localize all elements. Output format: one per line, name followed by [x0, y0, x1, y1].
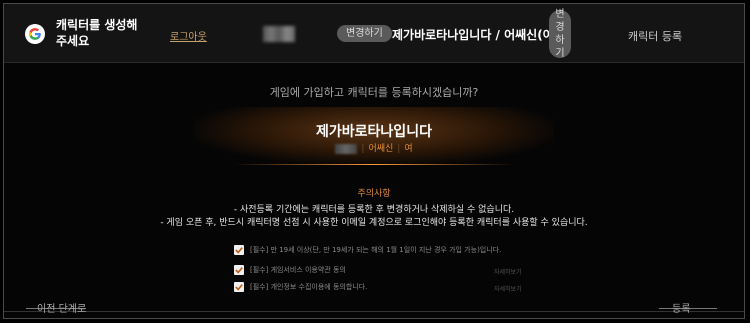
register-character-tab[interactable]: 캐릭터 등록 — [628, 28, 682, 44]
agreement-row: [필수] 만 19세 이상(단, 만 19세가 되는 해의 1월 1일이 지난 … — [234, 245, 501, 255]
agreement-row: [필수] 게임서비스 이용약관 동의 — [234, 265, 346, 275]
agreement-row: [필수] 개인정보 수집이용에 동의합니다. — [234, 282, 367, 292]
check-icon — [235, 267, 243, 274]
change-vertical-char: 변 — [555, 9, 565, 20]
divider: | — [361, 144, 365, 154]
check-icon — [235, 247, 243, 254]
change-button[interactable]: 변경하기 — [337, 25, 392, 42]
character-details: | 어쌔신 | 여 — [4, 141, 744, 154]
agreement-text: [필수] 만 19세 이상(단, 만 19세가 되는 해의 1월 1일이 지난 … — [250, 246, 502, 254]
terms-detail-link[interactable]: 자세히보기 — [494, 267, 522, 276]
page-frame: 캐릭터를 생성해주세요 로그아웃 변경하기 제가바로타나입니다 / 어쌔신(여)… — [3, 3, 745, 319]
agreement-text: [필수] 게임서비스 이용약관 동의 — [250, 266, 346, 274]
change-vertical-char: 경 — [555, 22, 565, 33]
check-icon — [235, 284, 243, 291]
prev-step-button[interactable]: 이전 단계로 — [37, 300, 86, 315]
change-vertical-button[interactable]: 변 경 하 기 — [549, 9, 571, 59]
character-summary: 제가바로타나입니다 / 어쌔신(여) — [392, 28, 560, 42]
change-vertical-char: 하 — [555, 35, 565, 46]
agreement-checkbox[interactable] — [234, 265, 244, 275]
register-button[interactable]: 등록 — [672, 300, 690, 315]
change-vertical-char: 기 — [555, 48, 565, 59]
character-gender: 여 — [404, 144, 413, 154]
logout-link[interactable]: 로그아웃 — [170, 28, 207, 43]
top-bar: 캐릭터를 생성해주세요 로그아웃 변경하기 제가바로타나입니다 / 어쌔신(여)… — [4, 4, 744, 63]
register-question: 게임에 가입하고 캐릭터를 등록하시겠습니까? — [269, 86, 479, 99]
bottom-divider — [4, 311, 744, 312]
panel-underline — [234, 164, 514, 165]
agreement-checkbox[interactable] — [234, 245, 244, 255]
blurred-server — [335, 143, 358, 154]
google-icon — [25, 24, 45, 44]
blurred-account-id — [263, 26, 295, 42]
notice-line: - 사전등록 기간에는 캐릭터를 등록한 후 변경하거나 삭제하실 수 없습니다… — [233, 205, 515, 215]
agreement-text: [필수] 개인정보 수집이용에 동의합니다. — [250, 283, 368, 291]
character-name: 제가바로타나입니다 — [316, 124, 432, 140]
notice-title: 주의사항 — [357, 189, 391, 199]
divider: | — [397, 144, 401, 154]
character-class: 어쌔신 — [368, 144, 394, 154]
privacy-detail-link[interactable]: 자세히보기 — [494, 284, 522, 293]
create-character-prompt: 캐릭터를 생성해주세요 — [56, 18, 138, 48]
agreement-checkbox[interactable] — [234, 282, 244, 292]
notice-line: - 게임 오픈 후, 반드시 캐릭터명 선점 시 사용한 이메일 계정으로 로그… — [160, 218, 588, 228]
